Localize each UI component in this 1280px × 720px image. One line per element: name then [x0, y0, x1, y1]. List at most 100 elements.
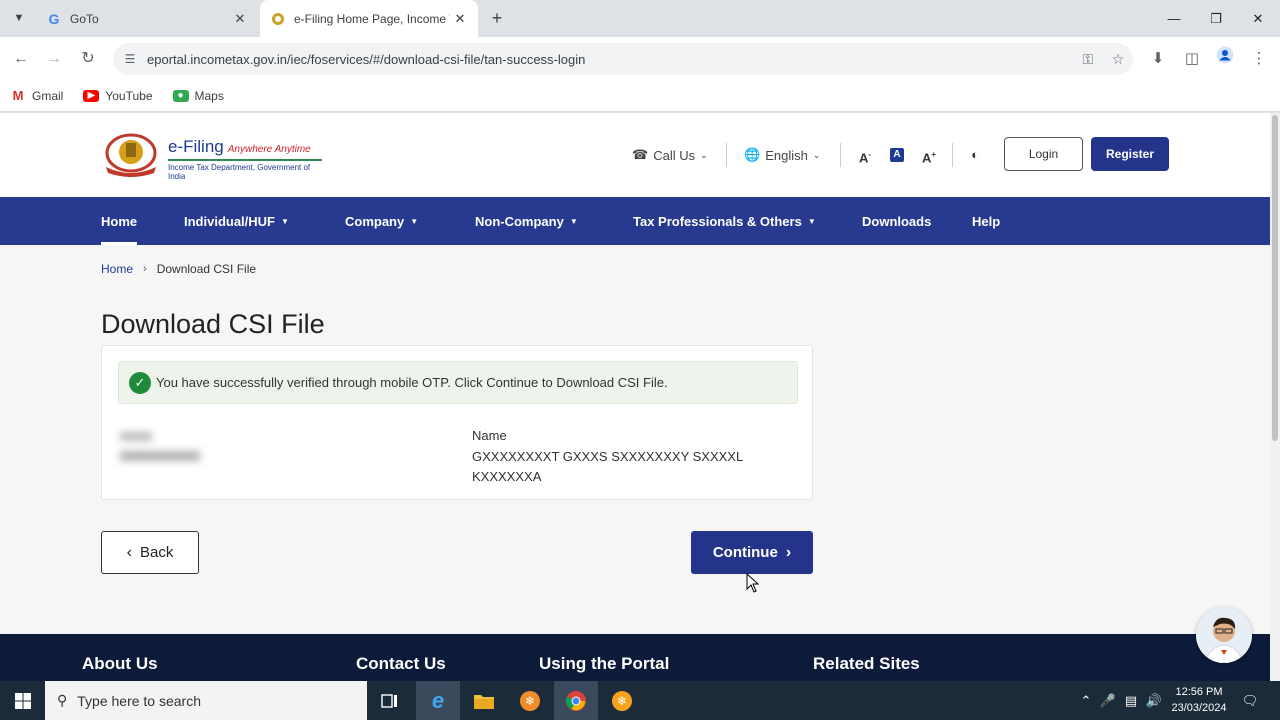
file-explorer-icon[interactable] [462, 681, 506, 720]
svg-text:❄: ❄ [617, 694, 627, 708]
name-label: Name [472, 428, 507, 443]
task-view-icon[interactable] [368, 681, 412, 720]
nav-item-home[interactable]: Home [101, 197, 138, 245]
taskbar-search-box[interactable]: ⚲ Type here to search [45, 681, 367, 720]
windows-logo-icon [14, 692, 31, 709]
close-window-icon[interactable]: ✕ [1236, 0, 1280, 37]
reload-icon[interactable]: ↻ [75, 46, 101, 72]
close-tab-icon[interactable]: ✕ [450, 11, 470, 27]
network-icon[interactable]: ▤ [1120, 681, 1142, 720]
address-bar[interactable]: ☰ eportal.incometax.gov.in/iec/foservice… [113, 43, 1133, 75]
chrome-icon[interactable] [554, 681, 598, 720]
font-increase-icon[interactable]: A+ [919, 146, 939, 166]
show-hidden-icons-chevron-icon[interactable]: ⌃ [1076, 681, 1096, 720]
nav-item-non-company[interactable]: Non-Company ▼ [475, 197, 578, 245]
font-decrease-icon[interactable]: A- [855, 146, 875, 166]
chevron-right-icon: › [785, 543, 792, 561]
income-tax-emblem-icon [105, 133, 157, 177]
call-us-label: Call Us [653, 147, 696, 163]
nav-label: Home [101, 213, 138, 229]
browser-tab-goto[interactable]: G GoTo ✕ [36, 0, 258, 37]
bookmark-maps[interactable]: ● Maps [172, 89, 224, 103]
key-icon[interactable]: ⚿ [1073, 51, 1103, 68]
call-us-dropdown[interactable]: ☎ Call Us ⌄ [632, 147, 708, 163]
app-snowflake-icon[interactable]: ❄ [508, 681, 552, 720]
bookmark-label: Gmail [32, 88, 64, 103]
notifications-icon[interactable]: 🗨 [1238, 681, 1262, 720]
redacted-field [116, 426, 216, 466]
register-button[interactable]: Register [1091, 137, 1169, 171]
bookmark-star-icon[interactable]: ☆ [1103, 51, 1133, 68]
new-tab-plus-icon[interactable]: + [486, 7, 508, 29]
windows-start-button[interactable] [0, 681, 45, 720]
restore-window-icon[interactable]: ❐ [1194, 0, 1238, 37]
nav-label: Tax Professionals & Others [633, 213, 802, 229]
check-circle-icon: ✓ [129, 371, 151, 394]
chevron-down-icon: ▼ [807, 216, 816, 226]
tab-title: GoTo [70, 11, 99, 26]
microphone-icon[interactable]: 🎤 [1098, 681, 1118, 720]
side-panel-icon[interactable]: ◫ [1179, 46, 1205, 72]
youtube-icon: ▶ [83, 89, 100, 102]
url-text[interactable]: eportal.incometax.gov.in/iec/foservices/… [147, 52, 1073, 67]
nav-label: Help [972, 213, 1001, 229]
page-viewport: e-Filing Anywhere Anytime Income Tax Depa… [0, 113, 1270, 681]
site-header: e-Filing Anywhere Anytime Income Tax Depa… [0, 113, 1270, 197]
gmail-icon: M [10, 88, 26, 103]
header-divider [952, 143, 953, 167]
tab-search-chevron-icon[interactable]: ▼ [8, 7, 30, 29]
main-navigation: Home Individual/HUF ▼ Company ▼ Non-Compan… [0, 197, 1270, 245]
font-normal-icon[interactable]: A [890, 148, 904, 162]
nav-item-company[interactable]: Company ▼ [345, 197, 418, 245]
footer-heading-about: About Us [82, 654, 158, 673]
forward-arrow-icon[interactable]: → [41, 46, 67, 72]
google-favicon-icon: G [48, 10, 60, 27]
login-button[interactable]: Login [1004, 137, 1083, 171]
nav-item-downloads[interactable]: Downloads [862, 197, 931, 245]
efiling-logo[interactable]: e-Filing Anywhere Anytime Income Tax Depa… [100, 133, 330, 181]
font-increase-label: A [921, 150, 932, 166]
bookmark-gmail[interactable]: M Gmail [10, 88, 64, 103]
breadcrumb: Home › Download CSI File [101, 262, 256, 276]
chat-assistant-avatar[interactable] [1196, 607, 1252, 663]
footer-heading-related: Related Sites [813, 654, 920, 673]
minimize-window-icon[interactable]: — [1152, 0, 1196, 37]
chevron-down-icon: ▼ [410, 216, 419, 226]
app-snowflake-icon[interactable]: ❄ [600, 681, 644, 720]
bookmark-youtube[interactable]: ▶ YouTube [83, 89, 153, 103]
nav-label: Non-Company [475, 213, 564, 229]
page-scrollbar[interactable] [1270, 113, 1280, 681]
nav-item-help[interactable]: Help [972, 197, 1000, 245]
nav-item-individual-huf[interactable]: Individual/HUF ▼ [184, 197, 289, 245]
profile-icon[interactable] [1212, 46, 1238, 72]
scrollbar-thumb[interactable] [1272, 115, 1278, 441]
nav-item-tax-professionals[interactable]: Tax Professionals & Others ▼ [633, 197, 816, 245]
back-button[interactable]: ‹ Back [101, 531, 199, 574]
chrome-menu-icon[interactable]: ⋮ [1246, 46, 1272, 72]
continue-button[interactable]: Continue › [691, 531, 813, 574]
browser-toolbar: ← → ↻ ☰ eportal.incometax.gov.in/iec/fos… [0, 37, 1280, 80]
header-divider [726, 143, 727, 167]
site-footer: About Us Contact Us Using the Portal Rel… [0, 634, 1270, 681]
verification-card: ✓ You have successfully verified through… [101, 345, 813, 500]
nav-label: Downloads [862, 213, 932, 229]
breadcrumb-home-link[interactable]: Home [101, 262, 133, 276]
footer-heading-contact: Contact Us [356, 654, 446, 673]
download-icon[interactable]: ⬇ [1145, 46, 1171, 72]
continue-label: Continue [712, 544, 778, 561]
browser-tab-strip: ▼ G GoTo ✕ e-Filing Home Page, Income Ta… [0, 0, 1280, 37]
close-tab-icon[interactable]: ✕ [230, 11, 250, 27]
site-info-icon[interactable]: ☰ [113, 52, 147, 66]
contrast-toggle-icon[interactable]: ◐ [965, 146, 985, 164]
volume-icon[interactable]: 🔊 [1143, 681, 1165, 720]
language-dropdown[interactable]: 🌐 English ⌄ [744, 147, 820, 163]
font-decrease-label: A [858, 150, 869, 166]
footer-heading-portal: Using the Portal [539, 654, 670, 673]
browser-tab-efiling[interactable]: e-Filing Home Page, Income Ta ✕ [260, 0, 478, 37]
system-clock[interactable]: 12:56 PM 23/03/2024 [1164, 684, 1234, 716]
chevron-left-icon: ‹ [126, 543, 132, 561]
back-arrow-icon[interactable]: ← [8, 46, 34, 72]
internet-explorer-icon[interactable]: e [416, 681, 460, 720]
chevron-right-icon: › [143, 263, 147, 275]
clock-time: 12:56 PM [1175, 686, 1223, 698]
